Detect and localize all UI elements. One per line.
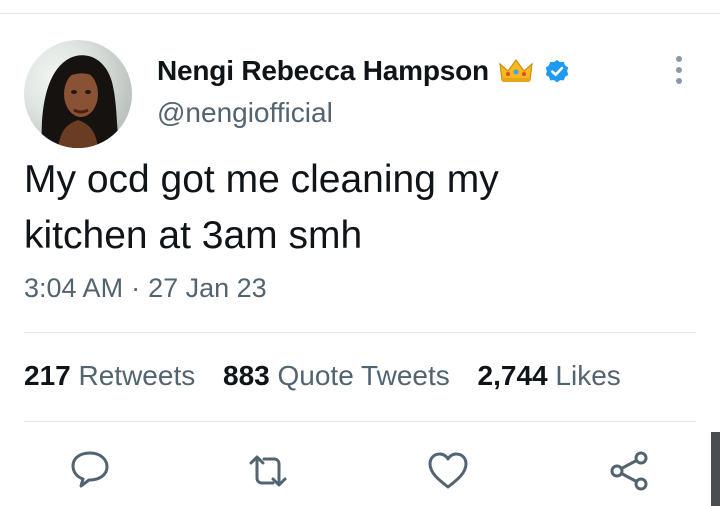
author-name-row: Nengi Rebecca Hampson xyxy=(157,51,571,91)
more-options-icon[interactable] xyxy=(668,54,690,86)
likes-stat[interactable]: 2,744 Likes xyxy=(478,360,621,391)
retweets-stat[interactable]: 217 Retweets xyxy=(24,360,195,391)
stats-divider-bottom xyxy=(24,421,696,422)
scrollbar[interactable] xyxy=(711,432,720,506)
like-icon xyxy=(428,452,468,489)
author-name[interactable]: Nengi Rebecca Hampson xyxy=(157,55,489,87)
retweets-count: 217 xyxy=(24,360,71,391)
like-button[interactable] xyxy=(425,448,471,494)
author-handle[interactable]: @nengiofficial xyxy=(157,97,333,129)
quote-tweets-stat[interactable]: 883 Quote Tweets xyxy=(223,360,450,391)
retweet-icon xyxy=(249,455,287,487)
quote-tweets-label: Quote Tweets xyxy=(277,360,450,391)
tweet-text-line: kitchen at 3am smh xyxy=(24,214,363,257)
engagement-stats: 217 Retweets 883 Quote Tweets 2,744 Like… xyxy=(24,360,641,392)
tweet-text: My ocd got me cleaning my kitchen at 3am… xyxy=(24,152,664,264)
meta-separator: · xyxy=(131,273,141,303)
verified-badge-icon xyxy=(545,59,569,83)
tweet-time[interactable]: 3:04 AM xyxy=(24,273,123,303)
avatar[interactable] xyxy=(24,40,132,148)
likes-count: 2,744 xyxy=(477,360,548,391)
top-divider xyxy=(0,13,720,14)
retweets-label: Retweets xyxy=(78,360,196,391)
share-icon xyxy=(610,451,648,491)
share-button[interactable] xyxy=(606,448,652,494)
tweet-text-line: My ocd got me cleaning my xyxy=(24,158,499,201)
reply-icon xyxy=(71,451,109,488)
tweet-timestamp: 3:04 AM · 27 Jan 23 xyxy=(24,273,267,304)
crown-emoji-icon xyxy=(499,58,533,82)
likes-label: Likes xyxy=(555,360,621,391)
retweet-button[interactable] xyxy=(245,448,291,494)
stats-divider-top xyxy=(24,332,696,333)
reply-button[interactable] xyxy=(67,448,113,494)
quote-tweets-count: 883 xyxy=(223,360,270,391)
tweet-date[interactable]: 27 Jan 23 xyxy=(148,273,267,303)
